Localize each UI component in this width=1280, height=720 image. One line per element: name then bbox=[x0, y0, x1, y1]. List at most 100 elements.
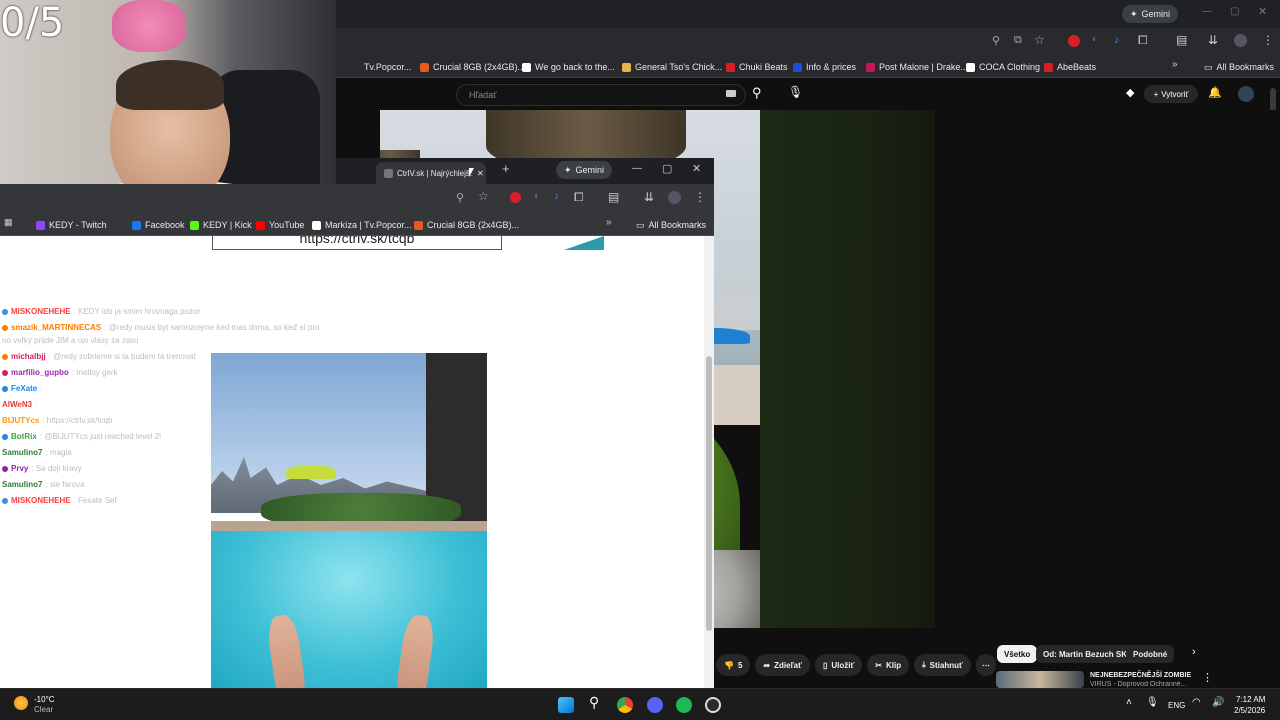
menu-icon[interactable]: ⋮ bbox=[694, 190, 706, 204]
bookmark-item[interactable]: Markíza | Tv.Popcor... bbox=[312, 218, 412, 232]
install-icon[interactable]: ⧉ bbox=[1014, 34, 1022, 47]
chevron-right-icon[interactable]: › bbox=[1192, 646, 1196, 658]
app-icon[interactable] bbox=[705, 697, 721, 713]
maximize-icon[interactable]: ▢ bbox=[662, 162, 672, 175]
bookmark-item[interactable]: Crucial 8GB (2x4GB)... bbox=[420, 60, 525, 74]
create-button[interactable]: + Vytvoriť bbox=[1144, 85, 1198, 103]
input-language[interactable]: ENG bbox=[1168, 701, 1185, 710]
opera-extension-icon[interactable] bbox=[510, 192, 521, 203]
clip-button[interactable]: ✂ Klip bbox=[867, 654, 910, 676]
share-button[interactable]: ➦ Zdieľať bbox=[755, 654, 810, 676]
youtube-search-input[interactable]: Hľadať bbox=[456, 84, 746, 106]
bookmarks-overflow-icon[interactable]: » bbox=[606, 217, 612, 228]
chat-message: BotRix: @BIJUTYcs just reached level 2! bbox=[2, 432, 161, 441]
keyboard-icon[interactable] bbox=[726, 90, 736, 97]
bookmark-item[interactable]: Info & prices bbox=[793, 60, 856, 74]
bookmark-item[interactable]: YouTube bbox=[256, 218, 304, 232]
bookmark-item[interactable]: KEDY - Twitch bbox=[36, 218, 107, 232]
profile-avatar[interactable] bbox=[1234, 34, 1247, 47]
video-side-panel bbox=[760, 110, 935, 628]
bookmark-item[interactable]: KEDY | Kick bbox=[190, 218, 252, 232]
recommended-title[interactable]: NEJNEBEZPEČNĚJŠÍ ZOMBIE bbox=[1090, 672, 1191, 679]
audio-extension-icon[interactable]: ♪ bbox=[554, 191, 559, 202]
chip-from-channel[interactable]: Od: Martin Bezuch SK bbox=[1036, 645, 1135, 663]
bookmark-item[interactable]: COCA Clothing bbox=[966, 60, 1040, 74]
opera-extension-icon[interactable] bbox=[1068, 35, 1080, 47]
close-icon[interactable]: ✕ bbox=[692, 162, 701, 175]
more-vertical-icon[interactable]: ⋮ bbox=[1202, 671, 1213, 684]
zoom-icon[interactable]: ⚲ bbox=[456, 191, 464, 204]
share-url-box[interactable]: https://ctrlv.sk/tcqb bbox=[212, 236, 502, 250]
chat-message: michalbjj: @redy zobrieme si ta budem ta… bbox=[2, 352, 196, 361]
fg-scrollbar[interactable] bbox=[704, 236, 714, 688]
chrome-icon[interactable] bbox=[617, 697, 633, 713]
gemini-button[interactable]: ✦ Gemini bbox=[1122, 5, 1179, 23]
download-button[interactable]: ⤓ Stiahnuť bbox=[914, 654, 971, 676]
close-icon[interactable]: ✕ bbox=[1258, 5, 1267, 18]
audio-extension-icon[interactable]: ♪ bbox=[1114, 34, 1120, 46]
bookmark-item[interactable]: General Tso's Chick... bbox=[622, 60, 722, 74]
save-button[interactable]: ▯ Uložiť bbox=[814, 654, 863, 676]
tab-close-icon[interactable]: ✕ bbox=[477, 169, 484, 178]
bookmark-item[interactable]: Post Malone | Drake... bbox=[866, 60, 968, 74]
volume-icon[interactable]: 🔊 bbox=[1212, 697, 1224, 708]
spotify-icon[interactable] bbox=[676, 697, 692, 713]
zoom-icon[interactable]: ⚲ bbox=[992, 34, 1000, 47]
search-icon[interactable]: ⚲ bbox=[752, 85, 762, 101]
bookmark-item[interactable]: Crucial 8GB (2x4GB)... bbox=[414, 218, 519, 232]
notifications-bell-icon[interactable]: 🔔 bbox=[1208, 86, 1222, 99]
search-icon[interactable]: ⚲ bbox=[589, 694, 599, 711]
puzzle-icon[interactable]: ⧠ bbox=[574, 190, 584, 205]
bookmarks-overflow-icon[interactable]: » bbox=[1172, 59, 1178, 70]
bookmark-star-icon[interactable]: ☆ bbox=[478, 189, 489, 203]
chat-message: MISKONEHEHE: KEDY ido ja smim hrovnaga p… bbox=[2, 307, 200, 316]
weather-temp[interactable]: -10°C bbox=[34, 695, 55, 704]
sidebar-icon[interactable]: ▤ bbox=[608, 190, 619, 204]
chevron-up-icon[interactable]: ˄ bbox=[1126, 697, 1132, 708]
bookmark-item[interactable]: We go back to the... bbox=[522, 60, 615, 74]
apps-grid-icon[interactable]: ▦ bbox=[4, 217, 13, 228]
folder-icon: ▭ bbox=[1204, 61, 1213, 72]
recommended-thumbnail[interactable] bbox=[996, 671, 1084, 688]
fg-scrollbar-thumb[interactable] bbox=[706, 356, 712, 631]
sidebar-icon[interactable]: ▤ bbox=[1176, 33, 1187, 47]
gemini-button[interactable]: ✦ Gemini bbox=[556, 161, 613, 179]
wifi-icon[interactable]: ◠ bbox=[1192, 697, 1201, 708]
chat-message: Prvy: Sa doji kravy bbox=[2, 464, 82, 473]
windows-start-icon[interactable] bbox=[558, 697, 574, 713]
extension-icon[interactable]: ◐ bbox=[534, 191, 540, 202]
extension-icon[interactable]: ◐ bbox=[1092, 34, 1098, 45]
bookmark-item[interactable]: Tv.Popcor... bbox=[364, 60, 411, 74]
bookmark-item[interactable]: AbeBeats bbox=[1044, 60, 1096, 74]
minimize-icon[interactable]: — bbox=[1202, 6, 1212, 17]
microphone-icon[interactable]: 🎙 bbox=[1146, 697, 1159, 708]
bookmark-item[interactable]: Chuki Beats bbox=[726, 60, 788, 74]
all-bookmarks-button[interactable]: ▭ All Bookmarks bbox=[636, 218, 706, 232]
discord-icon[interactable] bbox=[647, 697, 663, 713]
account-avatar[interactable] bbox=[1238, 86, 1254, 102]
chat-message: smazik_MARTINNECAS: @redy musis byt samo… bbox=[2, 323, 320, 332]
chat-badge bbox=[2, 465, 8, 472]
gem-icon[interactable]: ◆ bbox=[1126, 86, 1134, 99]
chip-all[interactable]: Všetko bbox=[997, 645, 1038, 663]
bookmark-star-icon[interactable]: ☆ bbox=[1034, 33, 1045, 47]
weather-sun-icon[interactable] bbox=[14, 696, 28, 710]
bookmark-item[interactable]: Facebook bbox=[132, 218, 185, 232]
puzzle-icon[interactable]: ⧠ bbox=[1138, 33, 1148, 48]
dislike-button[interactable]: 👎 5 bbox=[716, 654, 751, 676]
clock-date[interactable]: 2/5/2026 bbox=[1234, 706, 1265, 715]
chip-related[interactable]: Podobné bbox=[1126, 645, 1175, 663]
minimize-icon[interactable]: — bbox=[632, 163, 642, 174]
chat-message: BIJUTYcs: https://ctrlv.sk/tcqb bbox=[2, 416, 113, 425]
all-bookmarks-button[interactable]: ▭ All Bookmarks bbox=[1204, 60, 1274, 74]
download-icon[interactable]: ⇊ bbox=[644, 190, 654, 204]
menu-icon[interactable]: ⋮ bbox=[1262, 33, 1274, 47]
maximize-icon[interactable]: ▢ bbox=[1230, 6, 1239, 17]
profile-avatar[interactable] bbox=[668, 191, 681, 204]
more-actions-button[interactable]: ⋯ bbox=[975, 654, 996, 676]
uploaded-image-pool[interactable] bbox=[211, 353, 487, 688]
microphone-icon[interactable]: 🎙 bbox=[788, 85, 803, 99]
new-tab-icon[interactable]: + bbox=[502, 161, 510, 176]
download-icon[interactable]: ⇊ bbox=[1208, 33, 1218, 47]
clock-time[interactable]: 7:12 AM bbox=[1236, 695, 1265, 704]
